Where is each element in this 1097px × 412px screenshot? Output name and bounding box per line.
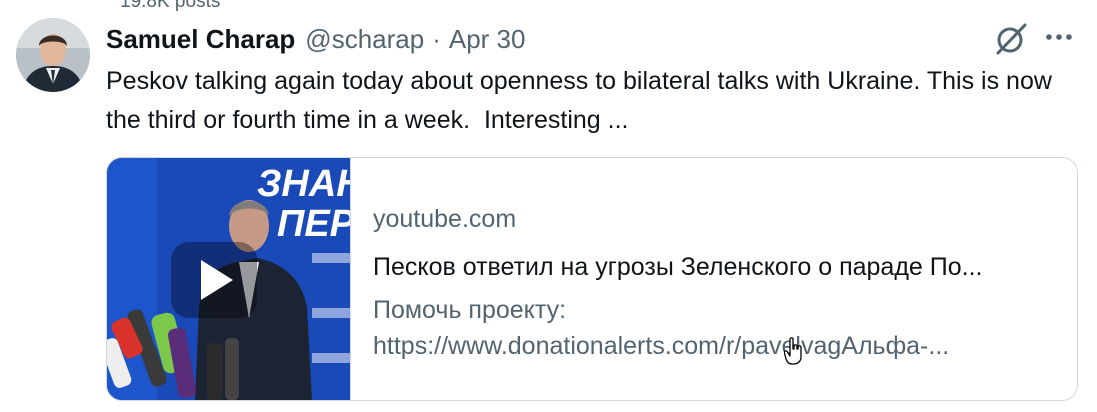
card-title: Песков ответил на угрозы Зеленского о па…	[373, 253, 983, 281]
post-text: Peskov talking again today about opennes…	[106, 67, 1059, 134]
more-icon[interactable]	[1042, 26, 1076, 48]
link-card[interactable]: ЗНАН ПЕР youtube.com Песков ответил	[106, 157, 1078, 401]
hand-cursor-icon	[783, 337, 804, 365]
video-thumbnail[interactable]: ЗНАН ПЕР	[107, 158, 351, 400]
thumbnail-text-mid: ПЕР	[277, 203, 350, 245]
post-date[interactable]: Apr 30	[449, 24, 526, 55]
card-info[interactable]: youtube.com Песков ответил на угрозы Зел…	[373, 198, 1057, 364]
grok-icon[interactable]	[993, 22, 1029, 56]
author-handle[interactable]: @scharap	[305, 24, 424, 55]
avatar-image	[16, 18, 90, 92]
avatar[interactable]	[16, 18, 90, 92]
post-count-cut: 19.8K posts	[120, 0, 221, 12]
author-name[interactable]: Samuel Charap	[106, 24, 295, 55]
play-icon[interactable]	[171, 242, 257, 318]
post-header: Samuel Charap @scharap · Apr 30	[106, 20, 525, 58]
card-domain: youtube.com	[373, 205, 517, 233]
separator-dot: ·	[432, 23, 441, 54]
card-description-line-2: https://www.donationalerts.com/r/pavelva…	[373, 332, 950, 360]
card-description-line-1: Помочь проекту:	[373, 296, 567, 324]
card-description: Помочь проекту: https://www.donationaler…	[373, 292, 1057, 364]
thumbnail-text-top: ЗНАН	[257, 163, 350, 205]
